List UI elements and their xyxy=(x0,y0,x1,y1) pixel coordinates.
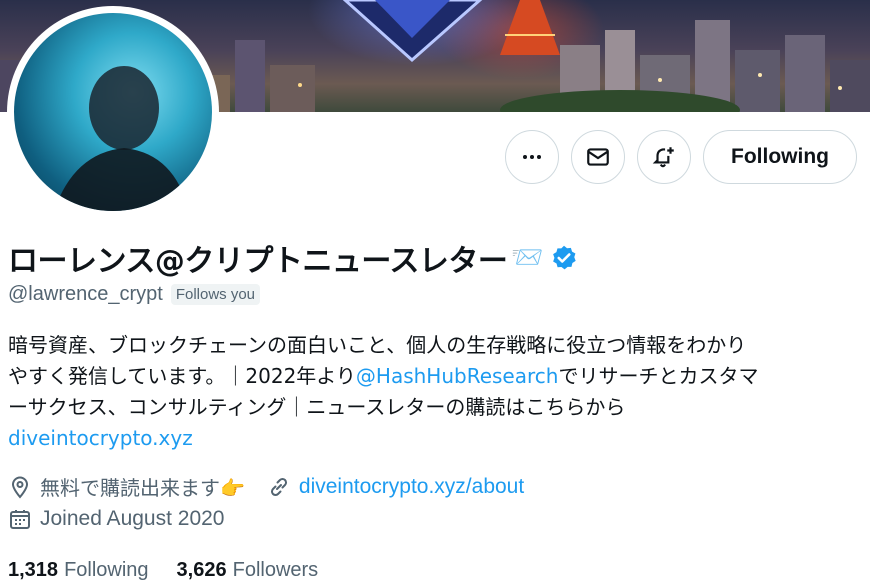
link-icon xyxy=(267,475,291,499)
bio-line-3: ーサクセス、コンサルティング｜ニュースレターの購読はこちらから xyxy=(8,395,626,419)
follows-you-badge: Follows you xyxy=(170,283,261,305)
notify-button[interactable] xyxy=(637,130,691,184)
name-row: ローレンス@クリプトニュースレター 📨 xyxy=(8,238,578,279)
meta-row-joined: Joined August 2020 xyxy=(8,507,225,531)
website-link[interactable]: diveintocrypto.xyz/about xyxy=(299,475,524,499)
followers-stat[interactable]: 3,626 Followers xyxy=(177,559,319,582)
following-stat[interactable]: 1,318 Following xyxy=(8,559,149,582)
meta-row-location: 無料で購読出来ます👉 diveintocrypto.xyz/about xyxy=(8,472,524,501)
joined-text: Joined August 2020 xyxy=(40,507,225,530)
hashhub-mention-link[interactable]: @HashHubResearch xyxy=(356,364,559,388)
verified-badge-icon[interactable] xyxy=(550,244,578,272)
following-label: Following xyxy=(64,559,149,581)
followers-count: 3,626 xyxy=(176,559,227,581)
bio-website-link[interactable]: diveintocrypto.xyz xyxy=(8,426,193,450)
calendar-icon xyxy=(8,507,32,531)
stats-row: 1,318 Following 3,626 Followers xyxy=(8,559,318,582)
envelope-icon xyxy=(587,148,609,166)
bio-line-2-pre: やすく発信しています。｜2022年より xyxy=(8,364,356,388)
location-pin-icon xyxy=(8,475,32,499)
more-icon xyxy=(523,155,541,159)
bio-line-2: やすく発信しています。｜2022年より@HashHubResearchでリサーチ… xyxy=(8,361,858,392)
avatar-silhouette xyxy=(54,66,189,211)
followers-label: Followers xyxy=(232,559,319,581)
bio-line-2-post: でリサーチとカスタマ xyxy=(558,364,759,388)
following-button[interactable]: Following xyxy=(703,130,857,184)
following-count: 1,318 xyxy=(8,559,59,581)
handle: @lawrence_crypt xyxy=(8,282,163,305)
more-button[interactable] xyxy=(505,130,559,184)
message-button[interactable] xyxy=(571,130,625,184)
location-text: 無料で購読出来ます👉 xyxy=(40,476,245,500)
bio-line-1: 暗号資産、ブロックチェーンの面白いこと、個人の生存戦略に役立つ情報をわかり xyxy=(8,333,747,357)
handle-row: @lawrence_crypt Follows you xyxy=(8,281,261,307)
name-emoji: 📨 xyxy=(511,243,544,273)
avatar[interactable] xyxy=(14,13,212,211)
bell-plus-icon xyxy=(652,147,674,168)
display-name: ローレンス@クリプトニュースレター xyxy=(8,244,508,279)
bio: 暗号資産、ブロックチェーンの面白いこと、個人の生存戦略に役立つ情報をわかり やす… xyxy=(8,330,858,454)
